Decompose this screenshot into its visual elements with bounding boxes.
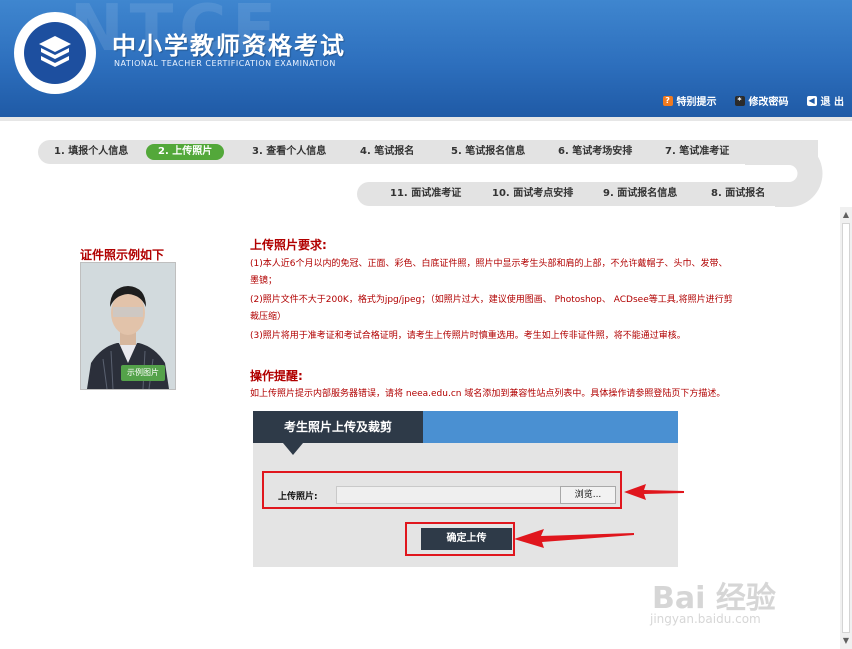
upload-photo-label: 上传照片: bbox=[278, 492, 318, 502]
sample-photo-label: 证件照示例如下 bbox=[80, 248, 165, 262]
requirement-line: (1)本人近6个月以内的免冠、正面、彩色、白底证件照，照片中显示考生头部和肩的上… bbox=[250, 259, 728, 269]
step-11[interactable]: 11. 面试准考证 bbox=[390, 182, 461, 206]
special-notice-link[interactable]: ? 特别提示 bbox=[662, 93, 717, 108]
site-title: 中小学教师资格考试 bbox=[112, 32, 346, 60]
divider bbox=[0, 117, 852, 121]
step-3[interactable]: 3. 查看个人信息 bbox=[252, 140, 326, 164]
step-5[interactable]: 5. 笔试报名信息 bbox=[451, 140, 525, 164]
panel-tab: 考生照片上传及裁剪 bbox=[253, 411, 423, 443]
scroll-down-icon[interactable]: ▼ bbox=[840, 633, 852, 649]
requirement-line: 墨镜； bbox=[250, 276, 278, 286]
step-8[interactable]: 8. 面试报名 bbox=[711, 182, 765, 206]
step-7[interactable]: 7. 笔试准考证 bbox=[665, 140, 729, 164]
info-icon: ? bbox=[662, 95, 673, 106]
confirm-upload-button[interactable]: 确定上传 bbox=[421, 528, 512, 550]
key-icon: * bbox=[734, 95, 745, 106]
logout-label: 退 出 bbox=[820, 97, 844, 108]
book-icon bbox=[39, 36, 71, 67]
site-subtitle: NATIONAL TEACHER CERTIFICATION EXAMINATI… bbox=[114, 59, 336, 68]
logout-icon: ◀ bbox=[806, 95, 817, 106]
step-6[interactable]: 6. 笔试考场安排 bbox=[558, 140, 632, 164]
steps-row-2: 11. 面试准考证 10. 面试考点安排 9. 面试报名信息 8. 面试报名 bbox=[357, 182, 777, 206]
step-2-active[interactable]: 2. 上传照片 bbox=[146, 144, 225, 160]
browse-button[interactable]: 浏览... bbox=[560, 486, 616, 504]
step-9[interactable]: 9. 面试报名信息 bbox=[603, 182, 677, 206]
step-1[interactable]: 1. 填报个人信息 bbox=[54, 140, 128, 164]
sample-tag: 示例图片 bbox=[121, 365, 165, 381]
tips-text: 如上传照片提示内部服务器错误，请将 neea.edu.cn 域名添加到兼容性站点… bbox=[250, 389, 726, 399]
baidu-watermark-url: jingyan.baidu.com bbox=[650, 612, 761, 626]
scrollbar-thumb[interactable] bbox=[842, 223, 850, 633]
scroll-up-icon[interactable]: ▲ bbox=[840, 207, 852, 223]
file-path-input[interactable] bbox=[336, 486, 563, 504]
step-10[interactable]: 10. 面试考点安排 bbox=[492, 182, 573, 206]
arrow-left-icon bbox=[624, 484, 684, 500]
change-password-label: 修改密码 bbox=[748, 97, 789, 108]
site-header: NTCE 中小学教师资格考试 NATIONAL TEACHER CERTIFIC… bbox=[0, 0, 852, 117]
requirement-line: (3)照片将用于准考证和考试合格证明，请考生上传照片时慎重选用。考生如上传非证件… bbox=[250, 331, 686, 341]
baidu-watermark: Bai 经验 bbox=[652, 581, 776, 616]
ntce-logo bbox=[14, 12, 96, 94]
requirements-title: 上传照片要求: bbox=[250, 238, 327, 252]
header-links: ? 特别提示 * 修改密码 ◀ 退 出 bbox=[662, 93, 844, 108]
steps-row-1: 1. 填报个人信息 2. 上传照片 3. 查看个人信息 4. 笔试报名 5. 笔… bbox=[38, 140, 818, 164]
arrow-left-icon bbox=[514, 529, 634, 548]
requirement-line: (2)照片文件不大于200K，格式为jpg/jpeg；（如照片过大，建议使用图画… bbox=[250, 295, 733, 305]
requirement-line: 裁压缩） bbox=[250, 312, 287, 322]
panel-tab-pointer bbox=[283, 443, 303, 455]
logout-link[interactable]: ◀ 退 出 bbox=[806, 93, 844, 108]
special-notice-label: 特别提示 bbox=[676, 97, 717, 108]
step-4[interactable]: 4. 笔试报名 bbox=[360, 140, 414, 164]
tips-title: 操作提醒: bbox=[250, 369, 303, 383]
change-password-link[interactable]: * 修改密码 bbox=[734, 93, 789, 108]
